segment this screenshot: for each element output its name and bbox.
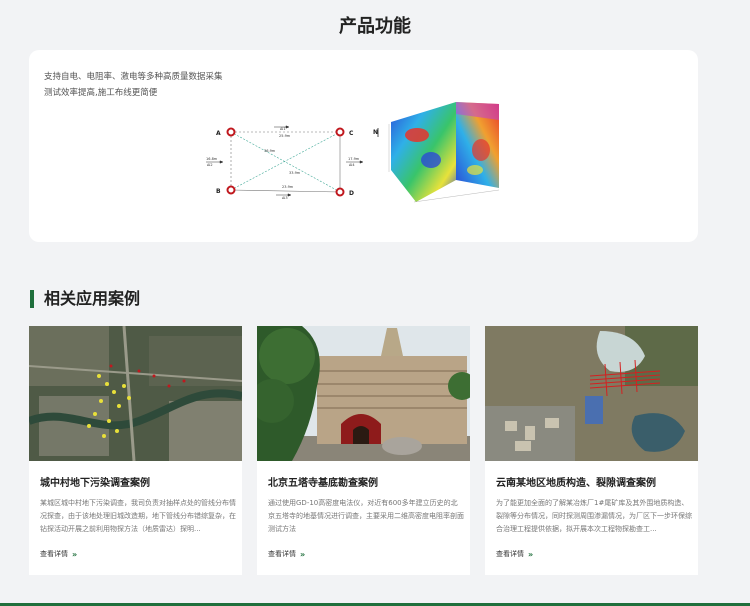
case-image-satellite-city [29, 326, 242, 461]
case-card-yunnan-geology[interactable]: 云南某地区地质构造、裂隙调查案例 为了能更加全面的了解某冶炼厂1#尾矿库及其外围… [485, 326, 698, 575]
case-image-satellite-industrial [485, 326, 698, 461]
case-title: 北京五塔寺基底勘查案例 [268, 478, 378, 489]
case-image-temple-photo [257, 326, 470, 461]
view-details-link[interactable]: 查看详情 » [496, 549, 533, 559]
distance-label: 17.9m [348, 157, 360, 161]
case-description: 为了能更加全面的了解某冶炼厂1#尾矿库及其外围地质构造、裂隙等分布情况，同时探测… [496, 499, 692, 533]
distance-label: 33.9m [289, 171, 301, 175]
distance-label: 23.9m [282, 185, 294, 189]
case-description: 通过使用GD-10高密度电法仪，对近有600多年建立历史的北京五塔寺的地基情况进… [268, 499, 464, 533]
product-feature-card: 支持自电、电阻率、激电等多种高质量数据采集 测试效率提高,施工布线更简便 A B… [29, 50, 698, 242]
case-card-urban-village[interactable]: 城中村地下污染调查案例 某城区城中村地下污染调查，我司负责对抽样点处的管线分布情… [29, 326, 242, 575]
distance-label: 16.8m [206, 157, 218, 161]
resistivity-3d-section-image: N [373, 102, 500, 203]
view-details-link[interactable]: 查看详情 » [268, 549, 305, 559]
distance-label: Δl2 [207, 163, 213, 167]
point-label-a: A [216, 130, 221, 137]
double-chevron-right-icon: » [300, 549, 305, 559]
feature-text: 支持自电、电阻率、激电等多种高质量数据采集 [44, 72, 223, 82]
case-title: 城中村地下污染调查案例 [40, 478, 150, 489]
north-label: N [373, 129, 378, 136]
view-details-link[interactable]: 查看详情 » [40, 549, 77, 559]
feature-text: 测试效率提高,施工布线更简便 [44, 88, 158, 98]
double-chevron-right-icon: » [528, 549, 533, 559]
distance-label: 25.9m [279, 134, 291, 138]
product-section-title: 产品功能 [339, 16, 411, 37]
survey-layout-diagram: A B C D Δl1 25.9m 23.9m Δl3 36.9m 33.9m … [206, 125, 364, 200]
case-description: 某城区城中村地下污染调查，我司负责对抽样点处的管线分布情况探查，由于该地处理旧城… [40, 499, 236, 533]
point-label-b: B [216, 188, 221, 195]
double-chevron-right-icon: » [72, 549, 77, 559]
view-details-label: 查看详情 [40, 550, 68, 558]
point-label-c: C [349, 130, 354, 137]
case-card-wuta-temple[interactable]: 北京五塔寺基底勘查案例 通过使用GD-10高密度电法仪，对近有600多年建立历史… [257, 326, 470, 575]
cases-section-heading: 相关应用案例 [30, 290, 140, 308]
case-title: 云南某地区地质构造、裂隙调查案例 [496, 478, 656, 489]
view-details-label: 查看详情 [268, 550, 296, 558]
distance-label: Δl3 [282, 196, 288, 200]
point-label-d: D [349, 190, 354, 197]
distance-label: 36.9m [264, 149, 276, 153]
view-details-label: 查看详情 [496, 550, 524, 558]
distance-label: Δl1 [280, 127, 286, 131]
distance-label: Δl4 [349, 163, 355, 167]
